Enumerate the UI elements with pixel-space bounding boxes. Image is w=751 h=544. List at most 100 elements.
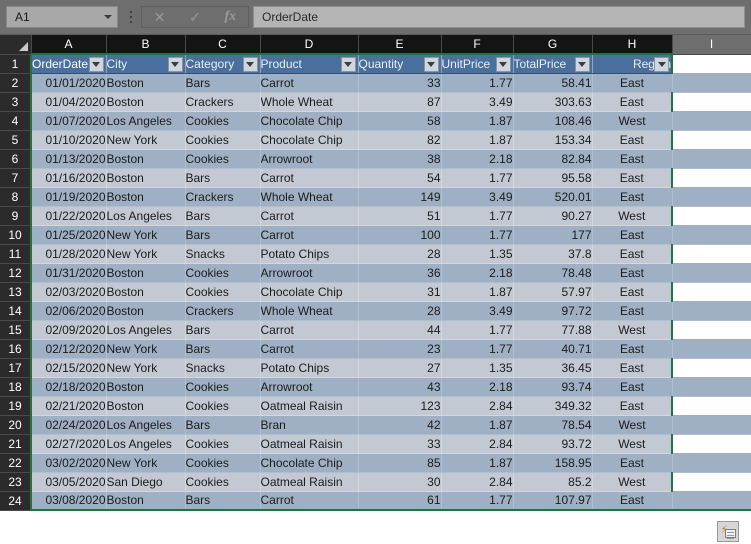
cell-unitprice[interactable]: 2.84 bbox=[441, 396, 514, 416]
cell-orderdate[interactable]: 03/05/2020 bbox=[30, 472, 107, 492]
cell-quantity[interactable]: 28 bbox=[358, 301, 442, 321]
row-header-21[interactable]: 21 bbox=[0, 434, 32, 454]
cell-totalprice[interactable]: 36.45 bbox=[513, 358, 593, 378]
empty-cell[interactable] bbox=[672, 244, 751, 263]
cell-region[interactable]: East bbox=[592, 187, 673, 207]
cell-orderdate[interactable]: 02/27/2020 bbox=[30, 434, 107, 454]
cell-orderdate[interactable]: 01/16/2020 bbox=[30, 168, 107, 188]
check-icon[interactable]: ✓ bbox=[179, 7, 211, 27]
filter-dropdown-icon-category[interactable] bbox=[242, 57, 258, 72]
column-header-b[interactable]: B bbox=[106, 35, 186, 55]
cell-product[interactable]: Chocolate Chip bbox=[260, 111, 359, 131]
column-filter-header-category[interactable]: Category bbox=[185, 53, 261, 74]
quick-analysis-icon[interactable]: ⚡ bbox=[717, 521, 739, 542]
cell-product[interactable]: Whole Wheat bbox=[260, 92, 359, 112]
empty-cell[interactable] bbox=[672, 54, 751, 73]
cell-category[interactable]: Cookies bbox=[185, 130, 261, 150]
cell-category[interactable]: Cookies bbox=[185, 434, 261, 454]
cell-orderdate[interactable]: 01/10/2020 bbox=[30, 130, 107, 150]
empty-cell[interactable] bbox=[672, 472, 751, 491]
empty-cell[interactable] bbox=[672, 206, 751, 225]
cell-city[interactable]: Los Angeles bbox=[106, 320, 186, 340]
column-header-g[interactable]: G bbox=[513, 35, 593, 55]
row-header-2[interactable]: 2 bbox=[0, 73, 32, 93]
cell-product[interactable]: Carrot bbox=[260, 206, 359, 226]
cell-totalprice[interactable]: 57.97 bbox=[513, 282, 593, 302]
row-header-16[interactable]: 16 bbox=[0, 339, 32, 359]
cell-city[interactable]: Boston bbox=[106, 491, 186, 511]
cell-totalprice[interactable]: 93.72 bbox=[513, 434, 593, 454]
cell-city[interactable]: Boston bbox=[106, 263, 186, 283]
cell-region[interactable]: East bbox=[592, 168, 673, 188]
cell-city[interactable]: Boston bbox=[106, 73, 186, 93]
cell-totalprice[interactable]: 90.27 bbox=[513, 206, 593, 226]
empty-cell[interactable] bbox=[672, 358, 751, 377]
cell-totalprice[interactable]: 78.54 bbox=[513, 415, 593, 435]
cell-quantity[interactable]: 38 bbox=[358, 149, 442, 169]
filter-dropdown-icon-totalprice[interactable] bbox=[574, 57, 590, 72]
cell-region[interactable]: East bbox=[592, 92, 673, 112]
cell-orderdate[interactable]: 02/09/2020 bbox=[30, 320, 107, 340]
row-header-6[interactable]: 6 bbox=[0, 149, 32, 169]
cell-product[interactable]: Oatmeal Raisin bbox=[260, 472, 359, 492]
cell-totalprice[interactable]: 177 bbox=[513, 225, 593, 245]
column-header-c[interactable]: C bbox=[185, 35, 261, 55]
column-header-a[interactable]: A bbox=[31, 35, 107, 55]
cell-orderdate[interactable]: 02/15/2020 bbox=[30, 358, 107, 378]
cell-region[interactable]: West bbox=[592, 472, 673, 492]
cell-quantity[interactable]: 82 bbox=[358, 130, 442, 150]
cell-city[interactable]: Boston bbox=[106, 396, 186, 416]
cell-product[interactable]: Oatmeal Raisin bbox=[260, 434, 359, 454]
cell-totalprice[interactable]: 93.74 bbox=[513, 377, 593, 397]
row-header-4[interactable]: 4 bbox=[0, 111, 32, 131]
cell-orderdate[interactable]: 01/13/2020 bbox=[30, 149, 107, 169]
row-header-22[interactable]: 22 bbox=[0, 453, 32, 473]
cell-region[interactable]: East bbox=[592, 491, 673, 511]
column-filter-header-quantity[interactable]: Quantity bbox=[358, 53, 442, 74]
cell-product[interactable]: Chocolate Chip bbox=[260, 130, 359, 150]
cell-product[interactable]: Chocolate Chip bbox=[260, 453, 359, 473]
cell-region[interactable]: West bbox=[592, 320, 673, 340]
cell-quantity[interactable]: 43 bbox=[358, 377, 442, 397]
column-filter-header-unitprice[interactable]: UnitPrice bbox=[441, 53, 514, 74]
cell-region[interactable]: East bbox=[592, 282, 673, 302]
cell-city[interactable]: New York bbox=[106, 453, 186, 473]
cell-orderdate[interactable]: 01/19/2020 bbox=[30, 187, 107, 207]
cell-unitprice[interactable]: 3.49 bbox=[441, 92, 514, 112]
row-header-24[interactable]: 24 bbox=[0, 491, 32, 511]
cell-city[interactable]: New York bbox=[106, 358, 186, 378]
row-header-12[interactable]: 12 bbox=[0, 263, 32, 283]
cell-product[interactable]: Arrowroot bbox=[260, 377, 359, 397]
cell-region[interactable]: East bbox=[592, 377, 673, 397]
cell-region[interactable]: West bbox=[592, 434, 673, 454]
cell-quantity[interactable]: 28 bbox=[358, 244, 442, 264]
cell-category[interactable]: Cookies bbox=[185, 282, 261, 302]
cell-quantity[interactable]: 85 bbox=[358, 453, 442, 473]
empty-cell[interactable] bbox=[672, 491, 751, 511]
close-icon[interactable]: ✕ bbox=[144, 7, 176, 27]
row-header-8[interactable]: 8 bbox=[0, 187, 32, 207]
cell-totalprice[interactable]: 153.34 bbox=[513, 130, 593, 150]
cell-orderdate[interactable]: 01/04/2020 bbox=[30, 92, 107, 112]
cell-unitprice[interactable]: 1.77 bbox=[441, 206, 514, 226]
cell-unitprice[interactable]: 1.87 bbox=[441, 111, 514, 131]
cell-region[interactable]: East bbox=[592, 301, 673, 321]
cell-category[interactable]: Crackers bbox=[185, 301, 261, 321]
cell-region[interactable]: East bbox=[592, 263, 673, 283]
cell-category[interactable]: Cookies bbox=[185, 396, 261, 416]
cell-category[interactable]: Snacks bbox=[185, 244, 261, 264]
cell-product[interactable]: Chocolate Chip bbox=[260, 282, 359, 302]
cell-quantity[interactable]: 51 bbox=[358, 206, 442, 226]
column-filter-header-orderdate[interactable]: OrderDate bbox=[30, 53, 107, 74]
cell-category[interactable]: Crackers bbox=[185, 187, 261, 207]
column-header-i[interactable]: I bbox=[672, 35, 751, 55]
cell-unitprice[interactable]: 3.49 bbox=[441, 301, 514, 321]
filter-dropdown-icon-unitprice[interactable] bbox=[495, 57, 511, 72]
empty-cell[interactable] bbox=[672, 415, 751, 435]
column-filter-header-city[interactable]: City bbox=[106, 53, 186, 74]
cell-orderdate[interactable]: 02/06/2020 bbox=[30, 301, 107, 321]
cell-category[interactable]: Cookies bbox=[185, 377, 261, 397]
cell-quantity[interactable]: 23 bbox=[358, 339, 442, 359]
empty-cell[interactable] bbox=[672, 73, 751, 93]
cell-product[interactable]: Bran bbox=[260, 415, 359, 435]
